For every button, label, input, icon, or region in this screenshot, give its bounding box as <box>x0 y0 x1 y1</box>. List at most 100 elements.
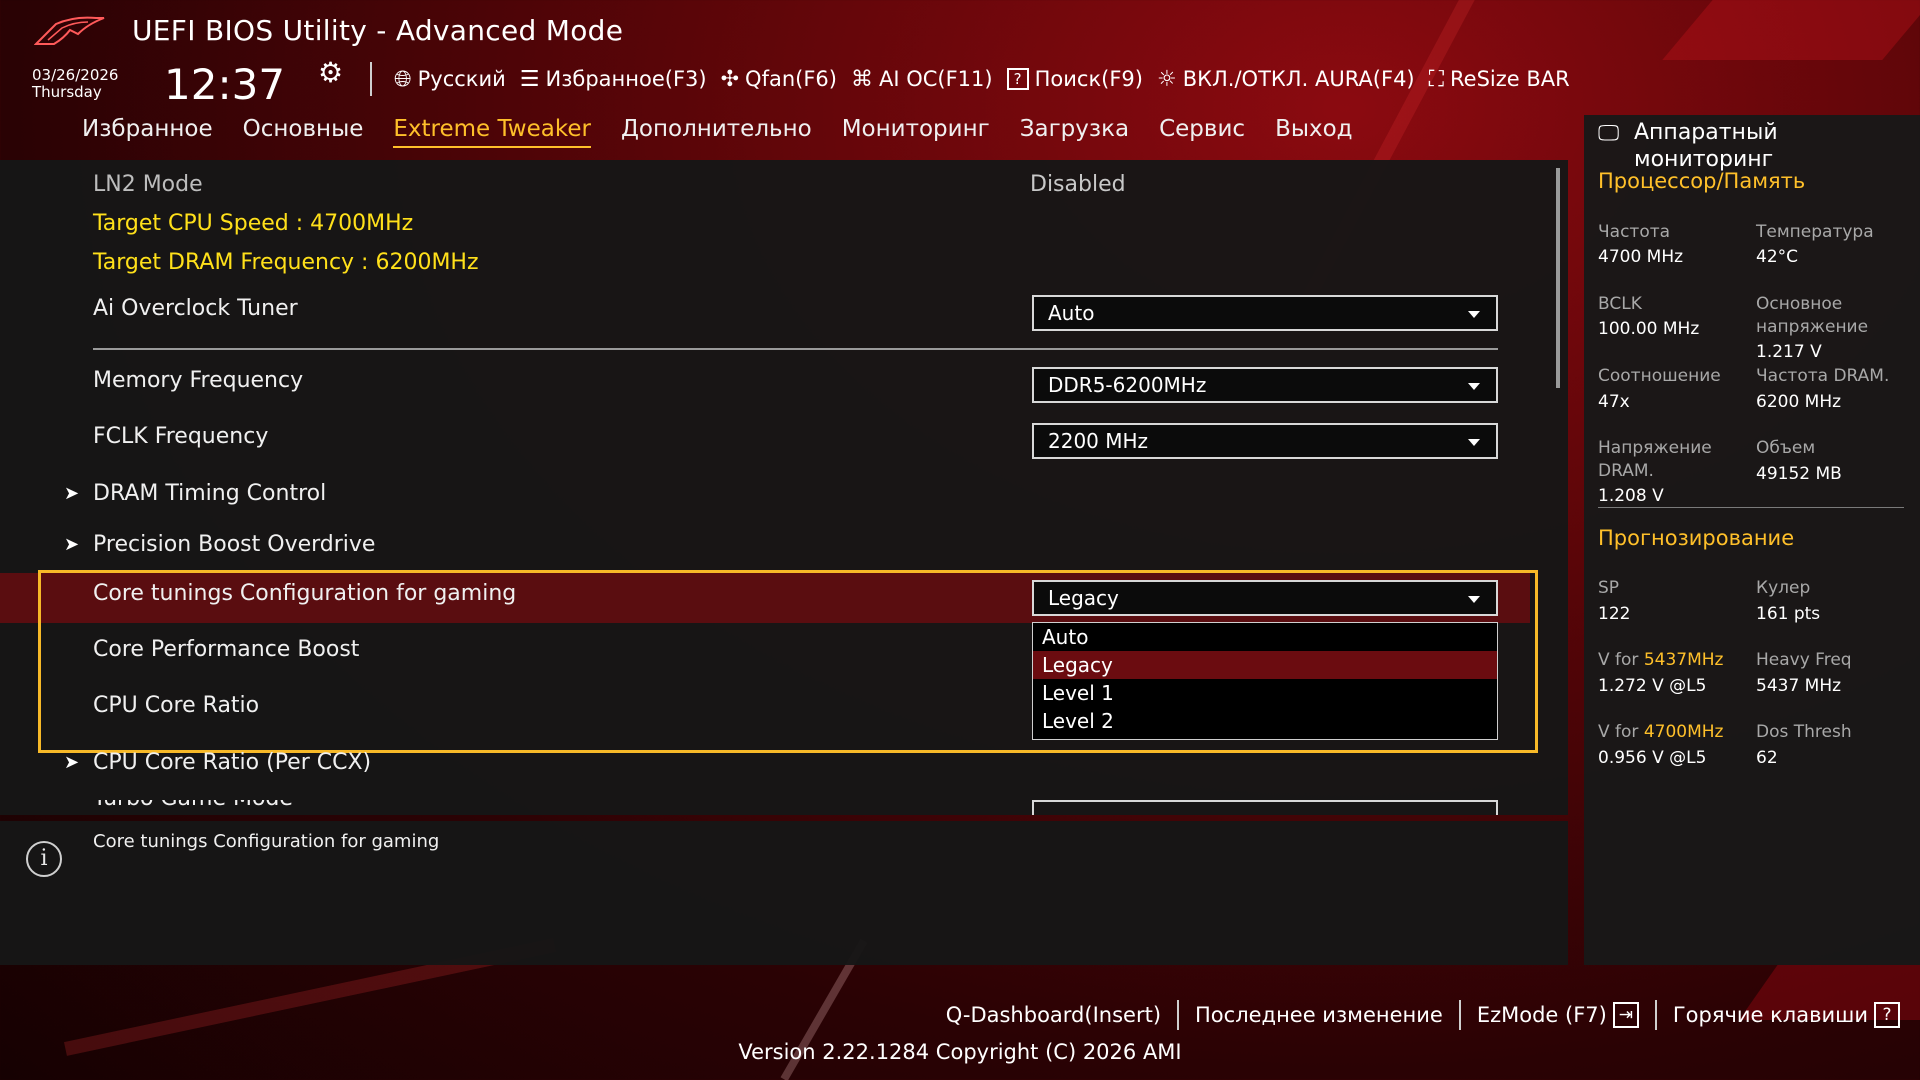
fclk-frequency-value: 2200 MHz <box>1048 429 1149 453</box>
monitor-value: 1.208 V <box>1598 486 1664 506</box>
header-bar: UEFI BIOS Utility - Advanced Mode 03/26/… <box>0 0 1920 115</box>
monitor-value: 161 pts <box>1756 604 1821 624</box>
focus-highlight-frame <box>38 570 1538 753</box>
aura-light-icon: ☼ <box>1156 66 1177 92</box>
date-display: 03/26/2026 Thursday <box>32 67 118 101</box>
tab-advanced[interactable]: Дополнительно <box>621 116 812 148</box>
globe-icon: 🌐︎ <box>394 66 412 92</box>
q-dashboard-button[interactable]: Q-Dashboard(Insert) <box>946 1003 1161 1027</box>
ezmode-button[interactable]: EzMode (F7) ⇥ <box>1477 1002 1639 1028</box>
footer-separator <box>1654 1000 1657 1030</box>
cpu-core-ratio-per-ccx-link[interactable]: CPU Core Ratio (Per CCX) <box>93 750 371 775</box>
monitor-label: Heavy Freq <box>1756 650 1852 670</box>
monitor-label: V for 5437MHz <box>1598 649 1723 672</box>
vfor-prefix: V for <box>1598 722 1644 742</box>
main-tabs: Избранное Основные Extreme Tweaker Допол… <box>82 116 1383 148</box>
ai-overclock-tuner-label[interactable]: Ai Overclock Tuner <box>93 296 298 321</box>
monitor-label: Напряжение DRAM. <box>1598 438 1712 481</box>
aura-label: ВКЛ./ОТКЛ. AURA(F4) <box>1182 67 1415 91</box>
qfan-button[interactable]: ✣ Qfan(F6) <box>721 67 837 92</box>
vfor-frequency: 5437MHz <box>1643 650 1724 670</box>
prediction-section-title: Прогнозирование <box>1598 526 1795 550</box>
ln2-mode-value: Disabled <box>1030 172 1126 197</box>
tab-main[interactable]: Основные <box>243 116 364 148</box>
monitor-value: 122 <box>1598 604 1631 624</box>
help-text: Core tunings Configuration for gaming <box>93 831 440 852</box>
settings-scrollbar[interactable] <box>1556 168 1560 388</box>
monitor-screen-icon: 🖵︎ <box>1598 121 1620 146</box>
resize-bar-icon: ⛶ <box>1428 66 1445 92</box>
partial-row-label[interactable]: Turbo Game Mode <box>93 800 303 812</box>
help-box-icon: ? <box>1006 68 1029 90</box>
fan-icon: ✣ <box>720 66 740 92</box>
monitor-value: 49152 MB <box>1756 464 1842 484</box>
clock[interactable]: 12:37 <box>164 60 285 109</box>
footer-separator <box>1177 1000 1180 1030</box>
hotkeys-label: Горячие клавиши <box>1672 1003 1868 1027</box>
tab-monitor[interactable]: Мониторинг <box>842 116 990 148</box>
monitor-value: 1.272 V @L5 <box>1598 676 1707 696</box>
app-title: UEFI BIOS Utility - Advanced Mode <box>132 14 624 47</box>
tab-favorites[interactable]: Избранное <box>82 116 213 148</box>
monitor-value: 0.956 V @L5 <box>1598 748 1707 768</box>
ai-oc-label: AI OC(F11) <box>878 67 993 91</box>
monitor-value: 4700 MHz <box>1598 247 1684 267</box>
ai-overclock-tuner-dropdown[interactable]: Auto <box>1032 295 1498 331</box>
help-icon: ? <box>1874 1002 1900 1028</box>
fclk-frequency-label[interactable]: FCLK Frequency <box>93 424 268 449</box>
last-modified-button[interactable]: Последнее изменение <box>1195 1003 1443 1027</box>
tab-exit[interactable]: Выход <box>1275 116 1353 148</box>
ln2-mode-label: LN2 Mode <box>93 172 203 197</box>
section-divider <box>93 348 1498 350</box>
monitor-value: 6200 MHz <box>1756 392 1842 412</box>
weekday-text: Thursday <box>32 83 102 101</box>
exit-arrow-icon: ⇥ <box>1612 1002 1639 1028</box>
favorites-list-icon: ☰ <box>519 66 540 92</box>
monitor-label: Dos Thresh <box>1756 722 1852 742</box>
fclk-frequency-dropdown[interactable]: 2200 MHz <box>1032 423 1498 459</box>
tab-extreme-tweaker[interactable]: Extreme Tweaker <box>393 116 591 148</box>
monitor-label: Объем <box>1756 438 1816 458</box>
resize-bar-label: ReSize BAR <box>1450 67 1570 91</box>
memory-frequency-dropdown[interactable]: DDR5-6200MHz <box>1032 367 1498 403</box>
tab-tool[interactable]: Сервис <box>1159 116 1245 148</box>
gear-icon[interactable]: ⚙ <box>318 58 348 88</box>
version-text: Version 2.22.1284 Copyright (C) 2026 AMI <box>738 1040 1182 1064</box>
dram-timing-control-link[interactable]: DRAM Timing Control <box>93 481 326 506</box>
partial-row-dropdown[interactable] <box>1032 800 1498 815</box>
monitor-label: Основное напряжение <box>1756 294 1869 337</box>
target-cpu-speed: Target CPU Speed : 4700MHz <box>93 211 414 236</box>
submenu-arrow-icon: ➤ <box>64 483 80 504</box>
vfor-frequency: 4700MHz <box>1643 722 1724 742</box>
resize-bar-button[interactable]: ⛶ ReSize BAR <box>1429 67 1570 92</box>
ai-oc-button[interactable]: ⌘ AI OC(F11) <box>851 67 993 92</box>
monitor-label: Температура <box>1756 222 1874 242</box>
ai-chip-icon: ⌘ <box>850 66 873 92</box>
monitor-divider <box>1598 507 1904 508</box>
precision-boost-overdrive-link[interactable]: Precision Boost Overdrive <box>93 532 375 557</box>
qfan-label: Qfan(F6) <box>745 67 837 91</box>
caret-down-icon <box>1468 439 1480 446</box>
vfor-prefix: V for <box>1598 650 1644 670</box>
favorites-button[interactable]: ☰ Избранное(F3) <box>520 67 707 92</box>
language-button[interactable]: 🌐︎ Русский <box>394 67 506 92</box>
monitor-value: 100.00 MHz <box>1598 319 1700 339</box>
header-menu: 🌐︎ Русский ☰ Избранное(F3) ✣ Qfan(F6) ⌘ … <box>394 62 1584 96</box>
favorites-label: Избранное(F3) <box>545 67 707 91</box>
cpu-memory-section-title: Процессор/Память <box>1598 169 1806 193</box>
search-button[interactable]: ? Поиск(F9) <box>1006 67 1143 91</box>
footer-separator <box>1458 1000 1461 1030</box>
monitor-value: 47x <box>1598 392 1630 412</box>
monitor-value: 1.217 V <box>1756 342 1822 362</box>
rog-logo-icon <box>34 16 105 45</box>
monitor-label: SP <box>1598 578 1620 598</box>
monitor-label: Частота <box>1598 222 1671 242</box>
memory-frequency-label[interactable]: Memory Frequency <box>93 368 303 393</box>
submenu-arrow-icon: ➤ <box>64 534 80 555</box>
monitor-title: Аппаратный мониторинг <box>1634 120 1778 172</box>
hotkeys-button[interactable]: Горячие клавиши ? <box>1673 1002 1900 1028</box>
aura-button[interactable]: ☼ ВКЛ./ОТКЛ. AURA(F4) <box>1157 67 1415 92</box>
tab-boot[interactable]: Загрузка <box>1020 116 1129 148</box>
monitor-value: 42°C <box>1756 247 1799 267</box>
monitor-label: Частота DRAM. <box>1756 366 1890 386</box>
